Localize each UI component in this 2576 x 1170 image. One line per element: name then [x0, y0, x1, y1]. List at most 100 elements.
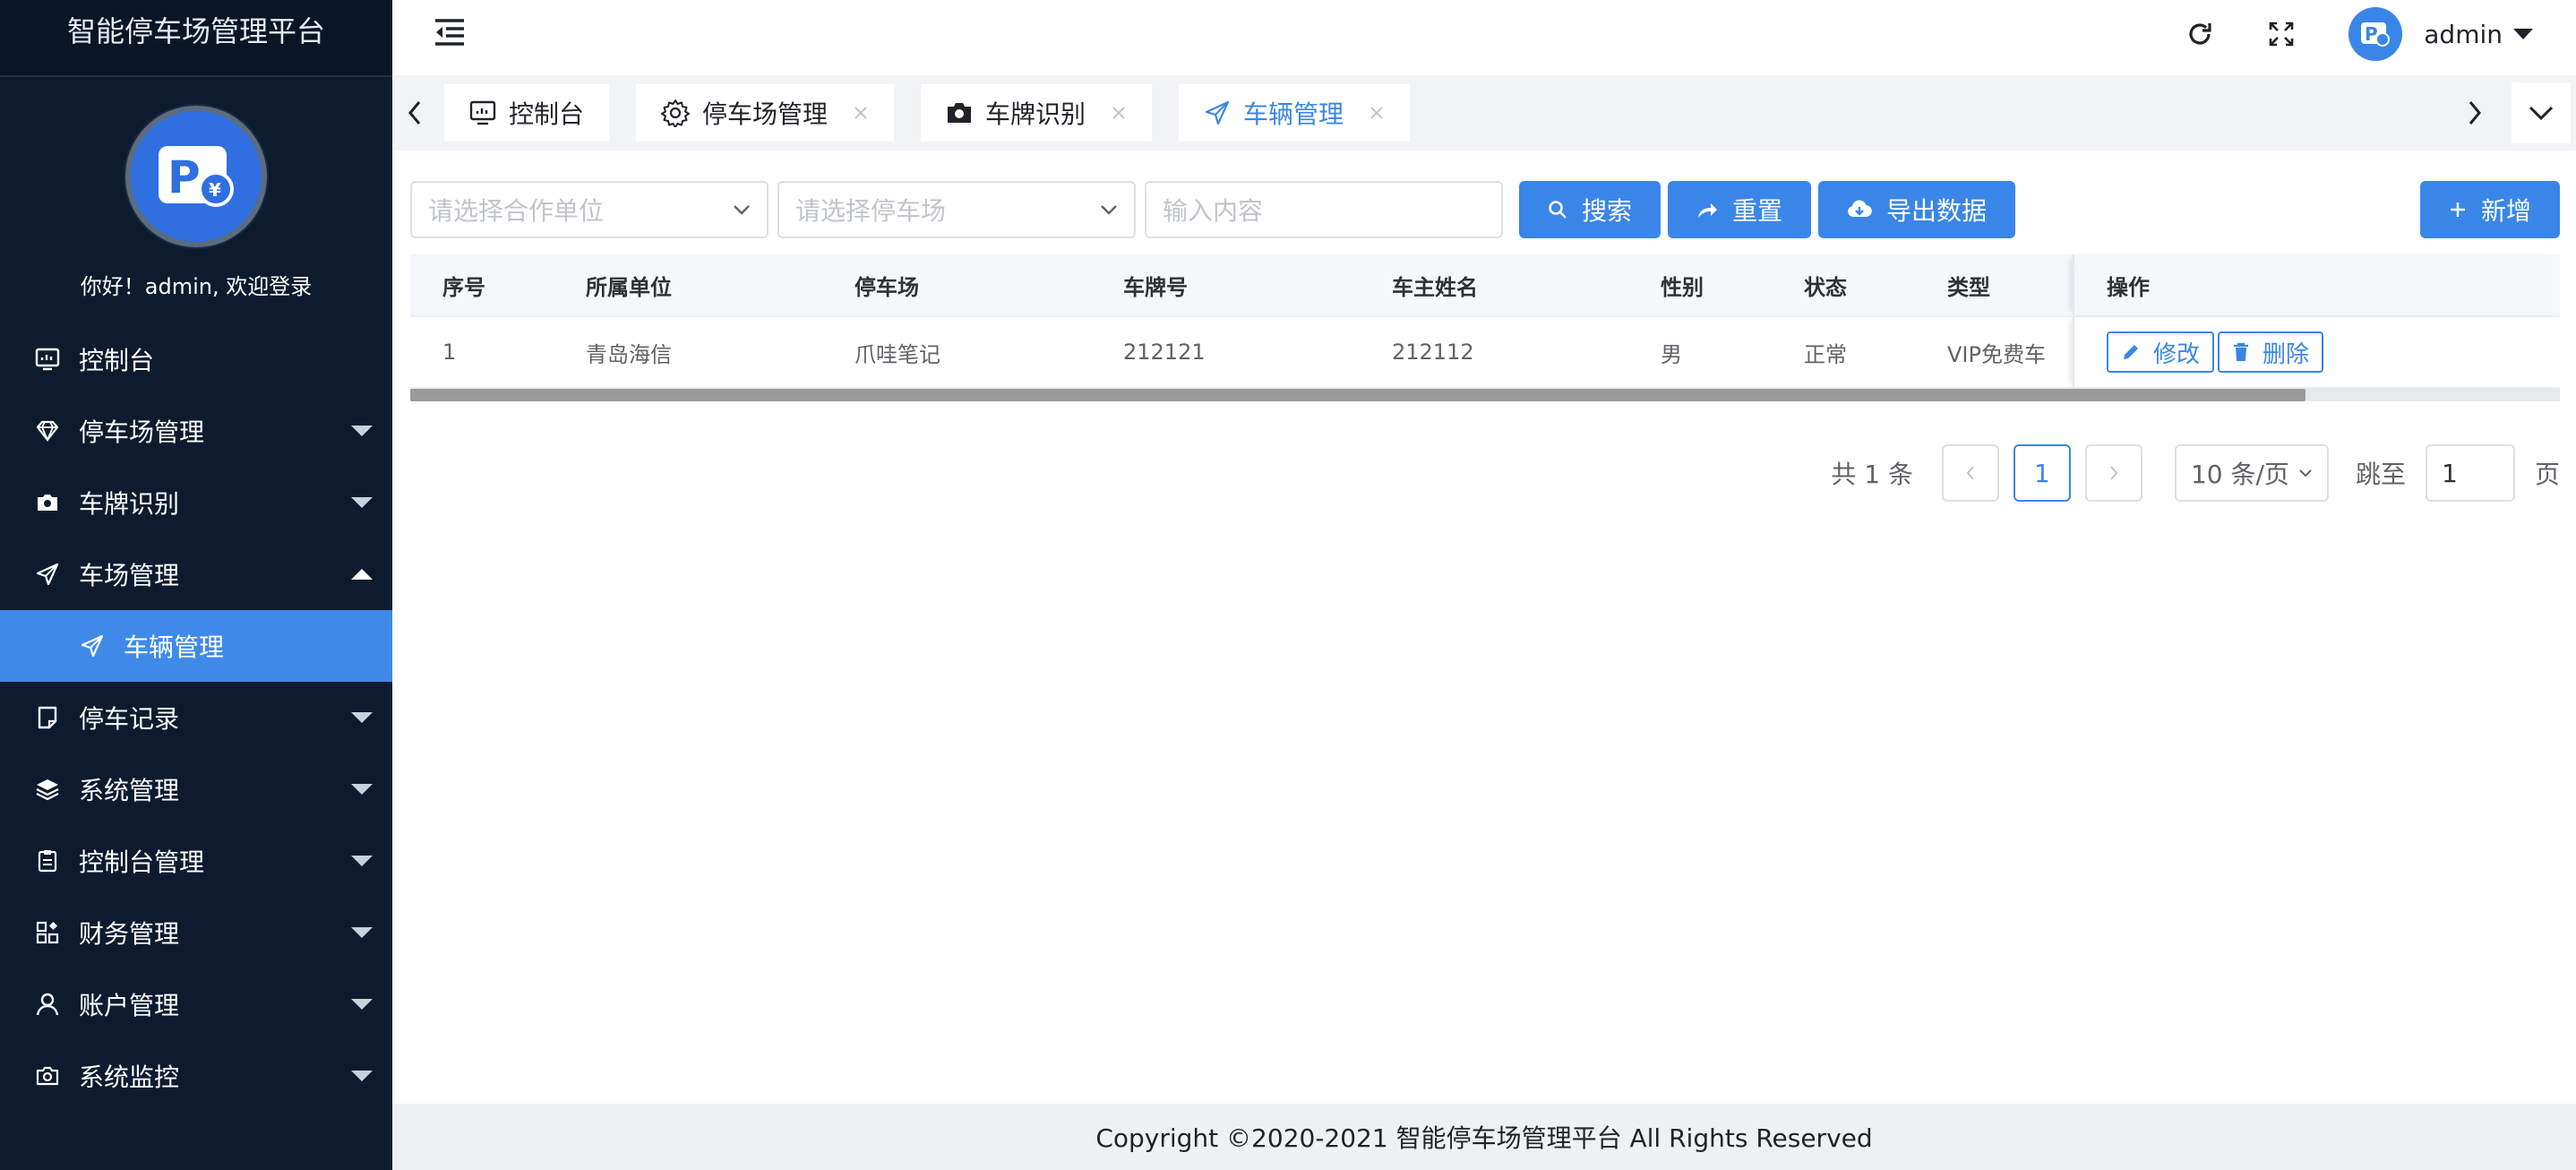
edit-button-label: 修改 [2153, 340, 2201, 368]
sidebar-item-label: 系统管理 [79, 776, 180, 805]
chevron-right-icon [2110, 466, 2118, 480]
avatar-wrap: P ¥ [0, 106, 392, 247]
sidebar-item-parking-records[interactable]: 停车记录 [0, 682, 392, 753]
tab-bar: 控制台 停车场管理 车牌识别 车辆管理 [392, 75, 2576, 151]
parking-select-placeholder: 请选择停车场 [795, 196, 947, 226]
chevron-left-icon [408, 101, 421, 125]
cloud-download-icon [1847, 200, 1872, 219]
sidebar-item-label: 财务管理 [79, 919, 180, 949]
fullscreen-icon[interactable] [2268, 21, 2295, 47]
footer: Copyright ©2020-2021 智能停车场管理平台 All Right… [392, 1104, 2576, 1170]
chevron-down-icon [351, 497, 373, 508]
page-suffix: 页 [2534, 460, 2560, 489]
tab-label: 车牌识别 [985, 99, 1086, 129]
column-header: 序号 [442, 274, 485, 300]
copyright-text: Copyright ©2020-2021 智能停车场管理平台 All Right… [1095, 1123, 1873, 1153]
chevron-down-icon [2529, 106, 2554, 121]
chevron-down-icon [351, 712, 373, 723]
parking-select[interactable]: 请选择停车场 [777, 181, 1136, 238]
camera-icon [946, 100, 973, 125]
vehicle-table: 序号 所属单位 停车场 车牌号 车主姓名 性别 状态 类型 操作 1 青岛海信 … [410, 254, 2560, 401]
next-page-button[interactable] [2084, 444, 2142, 502]
header-right: P admin [2185, 7, 2576, 61]
tab-plate-recognition[interactable]: 车牌识别 [921, 84, 1153, 142]
tab-vehicle-management[interactable]: 车辆管理 [1179, 84, 1411, 142]
page-size-value: 10 条/页 [2190, 460, 2289, 489]
delete-button[interactable]: 删除 [2218, 331, 2324, 373]
keyword-input-placeholder: 输入内容 [1163, 196, 1264, 226]
cell-unit: 青岛海信 [586, 341, 672, 367]
dashboard-icon [469, 100, 496, 125]
cell-owner: 212112 [1392, 340, 1474, 365]
menu-collapse-icon[interactable] [434, 18, 466, 50]
send-icon [34, 561, 61, 588]
caret-down-icon[interactable] [2513, 29, 2533, 39]
sidebar-item-label: 系统监控 [79, 1062, 180, 1092]
share-arrow-icon [1696, 200, 1718, 219]
sidebar-item-plate-recognition[interactable]: 车牌识别 [0, 467, 392, 538]
export-button[interactable]: 导出数据 [1818, 181, 2016, 238]
partner-select[interactable]: 请选择合作单位 [410, 181, 769, 238]
tab-dropdown-button[interactable] [2512, 82, 2571, 143]
sidebar-item-label: 账户管理 [79, 991, 180, 1020]
camera-icon [34, 489, 61, 516]
search-button-label: 搜索 [1582, 196, 1633, 226]
column-header: 操作 [2073, 254, 2560, 315]
column-header: 类型 [1947, 274, 1990, 300]
prev-page-button[interactable] [1941, 444, 1999, 502]
pencil-icon [2121, 342, 2141, 362]
sidebar-item-system-management[interactable]: 系统管理 [0, 753, 392, 825]
tab-right-controls [2452, 82, 2576, 143]
sidebar-item-label: 车辆管理 [124, 632, 225, 662]
close-icon[interactable] [853, 105, 869, 121]
close-icon[interactable] [1111, 105, 1127, 121]
chevron-up-icon [351, 569, 373, 580]
close-icon[interactable] [1369, 105, 1385, 121]
sidebar-item-accounts[interactable]: 账户管理 [0, 968, 392, 1040]
column-header: 车主姓名 [1392, 274, 1478, 300]
table-horizontal-scrollbar[interactable] [410, 389, 2560, 401]
goto-label: 跳至 [2355, 460, 2406, 489]
tab-parking-lot[interactable]: 停车场管理 [636, 84, 895, 142]
sidebar-item-dashboard[interactable]: 控制台 [0, 323, 392, 395]
chevron-down-icon [734, 205, 750, 215]
sidebar-item-console-management[interactable]: 控制台管理 [0, 825, 392, 897]
search-icon [1548, 200, 1567, 219]
scrollbar-thumb[interactable] [410, 389, 2306, 401]
sidebar-item-label: 车场管理 [79, 561, 180, 590]
apps-icon [34, 919, 61, 946]
sidebar-item-label: 停车记录 [79, 704, 180, 734]
chevron-down-icon [351, 927, 373, 938]
camera-outline-icon [34, 1062, 61, 1089]
tab-dashboard[interactable]: 控制台 [444, 84, 610, 142]
user-avatar[interactable]: P [2348, 7, 2403, 61]
keyword-input[interactable]: 输入内容 [1145, 181, 1503, 238]
tab-label: 控制台 [509, 99, 585, 129]
goto-page-input[interactable]: 1 [2425, 444, 2515, 502]
tab-label: 停车场管理 [702, 99, 829, 129]
pagination: 共 1 条 1 10 条/页 跳至 1 页 [1831, 444, 2560, 502]
sidebar-item-yard-management[interactable]: 车场管理 [0, 538, 392, 610]
avatar[interactable]: P ¥ [125, 106, 267, 247]
username[interactable]: admin [2424, 20, 2503, 49]
page-size-select[interactable]: 10 条/页 [2174, 444, 2329, 502]
tab-scroll-right[interactable] [2452, 99, 2497, 126]
send-icon [1204, 99, 1231, 126]
reset-button[interactable]: 重置 [1668, 181, 1812, 238]
user-icon [34, 991, 61, 1018]
add-button[interactable]: 新增 [2419, 181, 2560, 238]
refresh-icon[interactable] [2185, 20, 2214, 48]
search-button[interactable]: 搜索 [1519, 181, 1662, 238]
page-number[interactable]: 1 [2013, 444, 2071, 502]
table-row: 1 青岛海信 爪哇笔记 212121 212112 男 正常 VIP免费车 修改… [410, 317, 2560, 389]
tab-scroll-left[interactable] [392, 75, 437, 151]
chevron-down-icon [351, 1071, 373, 1081]
partner-select-placeholder: 请选择合作单位 [428, 196, 605, 226]
sidebar-item-finance[interactable]: 财务管理 [0, 897, 392, 968]
sidebar-item-system-monitor[interactable]: 系统监控 [0, 1040, 392, 1112]
edit-button[interactable]: 修改 [2107, 331, 2215, 373]
layers-icon [34, 776, 61, 803]
diamond-icon [34, 417, 61, 444]
sidebar-item-vehicle-management[interactable]: 车辆管理 [0, 610, 392, 682]
sidebar-item-parking-lot[interactable]: 停车场管理 [0, 395, 392, 467]
